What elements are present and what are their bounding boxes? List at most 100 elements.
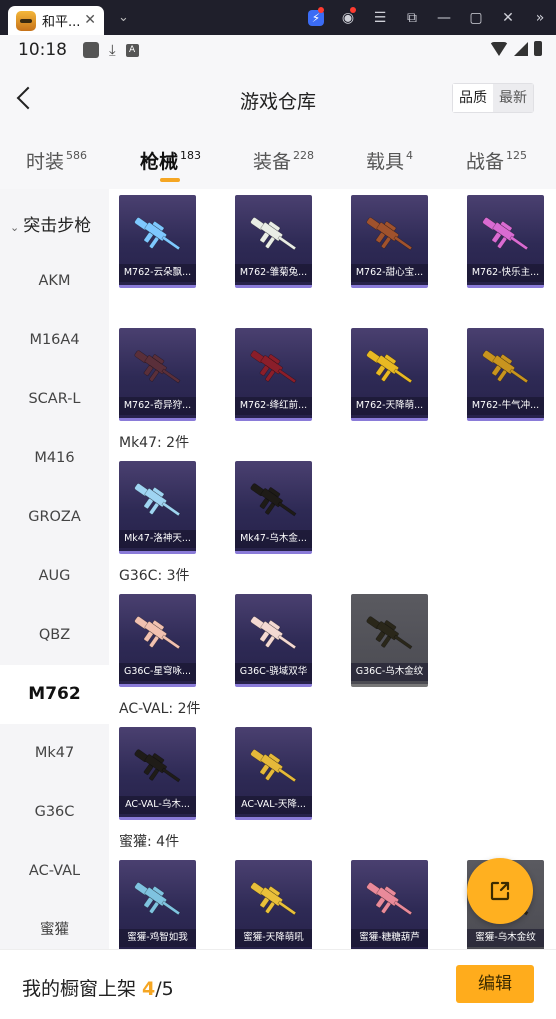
page-header: 游戏仓库 品质 最新 (0, 65, 556, 131)
weapon-card-label: AC-VAL-天降... (235, 796, 312, 814)
tab-vehicles[interactable]: 载具 4 (366, 147, 413, 174)
tab-equipment[interactable]: 装备 228 (253, 147, 314, 174)
sidebar-item-m16a4[interactable]: M16A4 (0, 311, 109, 370)
rifle-icon (134, 217, 181, 251)
sidebar-item-aug[interactable]: AUG (0, 547, 109, 606)
sidebar-item-g36c[interactable]: G36C (0, 783, 109, 842)
weapon-card-label: G36C-乌木金纹 (351, 663, 428, 681)
sidebar-item-scar-l[interactable]: SCAR-L (0, 370, 109, 429)
active-tab-indicator (160, 178, 180, 182)
weapon-card-label: M762-奇异狩... (119, 397, 196, 415)
weapon-grid: Mk47: 2件 G36C: 3件 AC-VAL: 2件 蜜獾: 4件 M762… (109, 189, 556, 949)
weapon-card-label: Mk47-乌木金... (235, 530, 312, 548)
weapon-card-label: G36C-星穹咏... (119, 663, 196, 681)
tab-label: 载具 (366, 151, 405, 173)
sidebar-group-title[interactable]: ⌄ 突击步枪 (10, 211, 91, 236)
sort-quality-button[interactable]: 品质 (453, 84, 493, 112)
weapon-card[interactable]: G36C-星穹咏... (119, 594, 196, 687)
weapon-card-label: M762-绛红前... (235, 397, 312, 415)
weapon-card-label: G36C-骁域双华 (235, 663, 312, 681)
rifle-icon (134, 882, 181, 916)
weapon-card-label: M762-雏菊兔... (235, 264, 312, 282)
weapon-card[interactable]: M762-奇异狩... (119, 328, 196, 421)
tab-supplies[interactable]: 战备 125 (466, 147, 527, 174)
window-controls: ⚡ ◉ ☰ ⧉ — ▢ ✕ » (300, 0, 556, 35)
sidebar-item-m762[interactable]: M762 (0, 665, 109, 724)
expand-icon[interactable]: » (524, 10, 556, 26)
notification-icon (83, 42, 99, 58)
weapon-card-label: AC-VAL-乌木... (119, 796, 196, 814)
tab-count: 4 (406, 149, 414, 162)
tab-close-icon[interactable]: ✕ (84, 12, 96, 28)
maximize-icon[interactable]: ▢ (460, 10, 492, 26)
weapon-card[interactable]: 蜜獾-天降萌吼 (235, 860, 312, 949)
weapon-card[interactable]: M762-雏菊兔... (235, 195, 312, 288)
sidebar-item-akm[interactable]: AKM (0, 252, 109, 311)
sidebar-item-ac-val[interactable]: AC-VAL (0, 842, 109, 901)
sidebar-item-m416[interactable]: M416 (0, 429, 109, 488)
sidebar-item-groza[interactable]: GROZA (0, 488, 109, 547)
weapon-card-label: M762-甜心宝... (351, 264, 428, 282)
screenshot-icon[interactable]: ⧉ (396, 10, 428, 26)
rifle-icon (250, 483, 297, 517)
battery-icon (534, 41, 542, 56)
sort-toggle: 品质 最新 (452, 83, 534, 113)
weapon-card[interactable]: 蜜獾-鸡智如我 (119, 860, 196, 949)
weapon-card[interactable]: Mk47-洛神天... (119, 461, 196, 554)
tab-list-chevron-icon[interactable]: ⌄ (118, 10, 129, 25)
share-button[interactable] (467, 858, 533, 924)
browser-tab[interactable]: 和平... ✕ (8, 6, 104, 35)
tab-firearms[interactable]: 枪械 183 (140, 147, 201, 174)
browser-title-bar: 和平... ✕ ⌄ ⚡ ◉ ☰ ⧉ — ▢ ✕ » (0, 0, 556, 35)
menu-icon[interactable]: ☰ (364, 10, 396, 26)
tab-title: 和平... (42, 15, 81, 30)
weapon-card[interactable]: G36C-乌木金纹 (351, 594, 428, 687)
extension-icon[interactable]: ⚡ (300, 6, 332, 26)
minimize-icon[interactable]: — (428, 10, 460, 26)
status-bar: 10:18 ⤓ A (0, 35, 556, 65)
rifle-icon (250, 350, 297, 384)
weapon-card[interactable]: M762-牛气冲... (467, 328, 544, 421)
status-time: 10:18 (18, 40, 67, 60)
weapon-card[interactable]: 蜜獾-糖糖葫芦 (351, 860, 428, 949)
rifle-icon (366, 616, 413, 650)
profile-icon[interactable]: ◉ (332, 6, 364, 26)
weapon-card[interactable]: AC-VAL-天降... (235, 727, 312, 820)
weapon-card[interactable]: M762-绛红前... (235, 328, 312, 421)
sort-latest-button[interactable]: 最新 (493, 84, 533, 112)
rifle-icon (366, 350, 413, 384)
showcase-label: 我的橱窗上架 (22, 978, 137, 1000)
rifle-icon (134, 616, 181, 650)
download-icon: ⤓ (109, 41, 116, 59)
rifle-icon (482, 217, 529, 251)
tab-count: 228 (293, 149, 315, 162)
weapon-card[interactable]: AC-VAL-乌木... (119, 727, 196, 820)
sidebar-item-qbz[interactable]: QBZ (0, 606, 109, 665)
category-tabs: 时装 586 枪械 183 装备 228 载具 4 战备 125 (0, 131, 556, 189)
weapon-card[interactable]: Mk47-乌木金... (235, 461, 312, 554)
section-label-g36c: G36C: 3件 (119, 568, 190, 584)
rifle-icon (366, 882, 413, 916)
signal-icon (514, 41, 528, 56)
tab-count: 125 (506, 149, 528, 162)
external-link-icon (490, 881, 510, 901)
weapon-card-label: M762-牛气冲... (467, 397, 544, 415)
showcase-total: /5 (155, 978, 174, 1000)
wifi-icon (490, 41, 508, 56)
weapon-card[interactable]: M762-天降萌... (351, 328, 428, 421)
showcase-count: 4 (142, 978, 156, 1000)
weapon-card[interactable]: M762-云朵飘... (119, 195, 196, 288)
rifle-icon (134, 350, 181, 384)
rifle-icon (250, 616, 297, 650)
close-window-icon[interactable]: ✕ (492, 10, 524, 26)
sidebar-item-mk47[interactable]: Mk47 (0, 724, 109, 783)
rifle-icon (250, 217, 297, 251)
edit-button[interactable]: 编辑 (456, 965, 534, 1003)
tab-outfits[interactable]: 时装 586 (26, 147, 87, 174)
weapon-card[interactable]: G36C-骁域双华 (235, 594, 312, 687)
tab-label: 战备 (466, 151, 505, 173)
rifle-icon (134, 749, 181, 783)
weapon-card[interactable]: M762-甜心宝... (351, 195, 428, 288)
weapon-card-label: 蜜獾-鸡智如我 (119, 929, 196, 947)
weapon-card[interactable]: M762-快乐主... (467, 195, 544, 288)
